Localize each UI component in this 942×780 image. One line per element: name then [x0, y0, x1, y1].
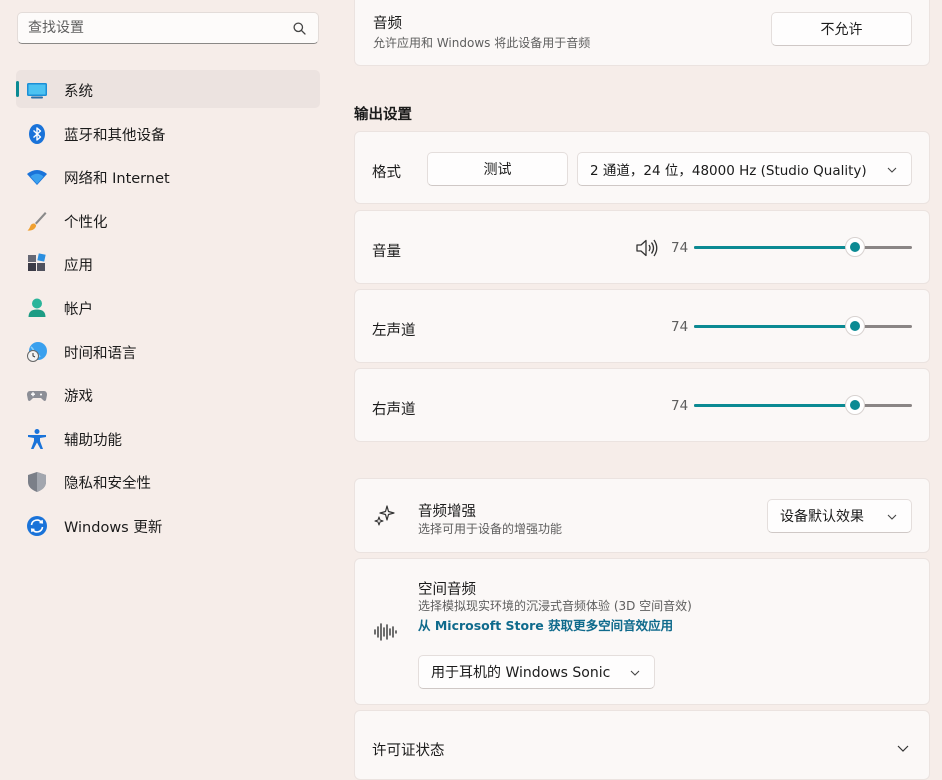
globe-clock-icon [27, 341, 47, 362]
audio-enhancement-title: 音频增强 [418, 504, 476, 520]
audio-card: 音频 允许应用和 Windows 将此设备用于音频 不允许 [354, 0, 930, 66]
chevron-down-icon [887, 514, 897, 520]
format-dropdown-value: 2 通道，24 位，48000 Hz (Studio Quality) [590, 163, 867, 179]
slider-fill [694, 246, 856, 249]
audio-subtitle: 允许应用和 Windows 将此设备用于音频 [373, 36, 591, 50]
right-channel-value: 74 [671, 398, 689, 414]
format-card: 格式 测试 2 通道，24 位，48000 Hz (Studio Quality… [354, 131, 930, 204]
account-icon [28, 298, 46, 317]
disallow-button[interactable]: 不允许 [771, 12, 912, 46]
volume-label: 音量 [372, 244, 401, 260]
spatial-audio-dropdown[interactable]: 用于耳机的 Windows Sonic [418, 655, 655, 689]
sidebar-item-label: 蓝牙和其他设备 [64, 127, 166, 144]
sidebar-item-accessibility[interactable]: 辅助功能 [16, 419, 320, 457]
microsoft-store-link[interactable]: 从 Microsoft Store 获取更多空间音效应用 [418, 615, 673, 634]
sidebar-item-label: 辅助功能 [64, 432, 122, 449]
search-icon[interactable] [293, 22, 306, 35]
license-status-card[interactable]: 许可证状态 [354, 710, 930, 780]
brush-icon [27, 211, 47, 231]
sidebar-item-label: 隐私和安全性 [64, 476, 151, 493]
format-label: 格式 [372, 165, 401, 181]
volume-slider[interactable] [694, 237, 912, 257]
spatial-audio-subtitle: 选择模拟现实环境的沉浸式音频体验 (3D 空间音效) [418, 599, 692, 613]
format-dropdown[interactable]: 2 通道，24 位，48000 Hz (Studio Quality) [577, 152, 912, 186]
bluetooth-icon [29, 123, 45, 144]
system-icon [27, 83, 47, 99]
sidebar-item-apps[interactable]: 应用 [16, 244, 320, 282]
sidebar-item-label: Windows 更新 [64, 519, 163, 536]
spatial-audio-dropdown-value: 用于耳机的 Windows Sonic [431, 665, 611, 681]
sidebar-nav: 系统 蓝牙和其他设备 网络和 Internet 个性化 应用 帐户 时间和语言 … [16, 70, 320, 550]
sparkle-icon [374, 505, 395, 526]
license-status-title: 许可证状态 [372, 743, 445, 759]
enhancement-dropdown[interactable]: 设备默认效果 [767, 499, 912, 533]
shield-icon [28, 472, 46, 493]
sidebar-item-gaming[interactable]: 游戏 [16, 375, 320, 413]
slider-fill [694, 404, 856, 407]
slider-thumb[interactable] [845, 395, 866, 415]
slider-thumb[interactable] [845, 316, 866, 336]
speaker-icon[interactable] [635, 238, 659, 258]
update-icon [27, 515, 47, 536]
search-box[interactable] [17, 12, 319, 44]
chevron-down-icon [630, 670, 640, 676]
sidebar-item-privacy[interactable]: 隐私和安全性 [16, 462, 320, 500]
left-channel-label: 左声道 [372, 323, 416, 339]
sidebar-item-label: 游戏 [64, 389, 93, 406]
slider-thumb[interactable] [845, 237, 866, 257]
sidebar-item-label: 时间和语言 [64, 345, 137, 362]
wifi-icon [27, 170, 47, 186]
audio-enhancement-card: 音频增强 选择可用于设备的增强功能 设备默认效果 [354, 478, 930, 553]
spatial-audio-title: 空间音频 [418, 582, 476, 598]
chevron-down-icon [887, 167, 897, 173]
sidebar-item-bluetooth[interactable]: 蓝牙和其他设备 [16, 114, 320, 152]
left-channel-slider[interactable] [694, 316, 912, 336]
test-button[interactable]: 测试 [427, 152, 568, 186]
audio-title: 音频 [373, 16, 402, 32]
sidebar-item-personalization[interactable]: 个性化 [16, 201, 320, 239]
left-channel-value: 74 [671, 319, 689, 335]
spatial-audio-card: 空间音频 选择模拟现实环境的沉浸式音频体验 (3D 空间音效) 从 Micros… [354, 558, 930, 705]
gamepad-icon [27, 391, 47, 402]
sidebar-item-accounts[interactable]: 帐户 [16, 288, 320, 326]
apps-icon [28, 253, 46, 272]
right-channel-slider[interactable] [694, 395, 912, 415]
enhancement-dropdown-value: 设备默认效果 [780, 509, 864, 525]
right-channel-label: 右声道 [372, 402, 416, 418]
sidebar-item-label: 帐户 [64, 301, 93, 318]
sidebar-item-label: 网络和 Internet [64, 171, 170, 188]
chevron-down-icon[interactable] [897, 745, 909, 752]
slider-fill [694, 325, 856, 328]
sidebar-item-label: 系统 [64, 84, 93, 100]
search-input[interactable] [28, 13, 288, 43]
sidebar-item-label: 应用 [64, 258, 93, 275]
sidebar-item-label: 个性化 [64, 214, 108, 231]
soundwave-icon [374, 623, 397, 641]
sidebar-item-windows-update[interactable]: Windows 更新 [16, 506, 320, 544]
accessibility-icon [28, 428, 46, 449]
sidebar-item-time-language[interactable]: 时间和语言 [16, 332, 320, 370]
audio-enhancement-subtitle: 选择可用于设备的增强功能 [418, 522, 563, 536]
volume-value: 74 [671, 240, 689, 256]
output-settings-heading: 输出设置 [354, 107, 412, 123]
sidebar-item-network[interactable]: 网络和 Internet [16, 157, 320, 195]
sidebar-item-system[interactable]: 系统 [16, 70, 320, 108]
